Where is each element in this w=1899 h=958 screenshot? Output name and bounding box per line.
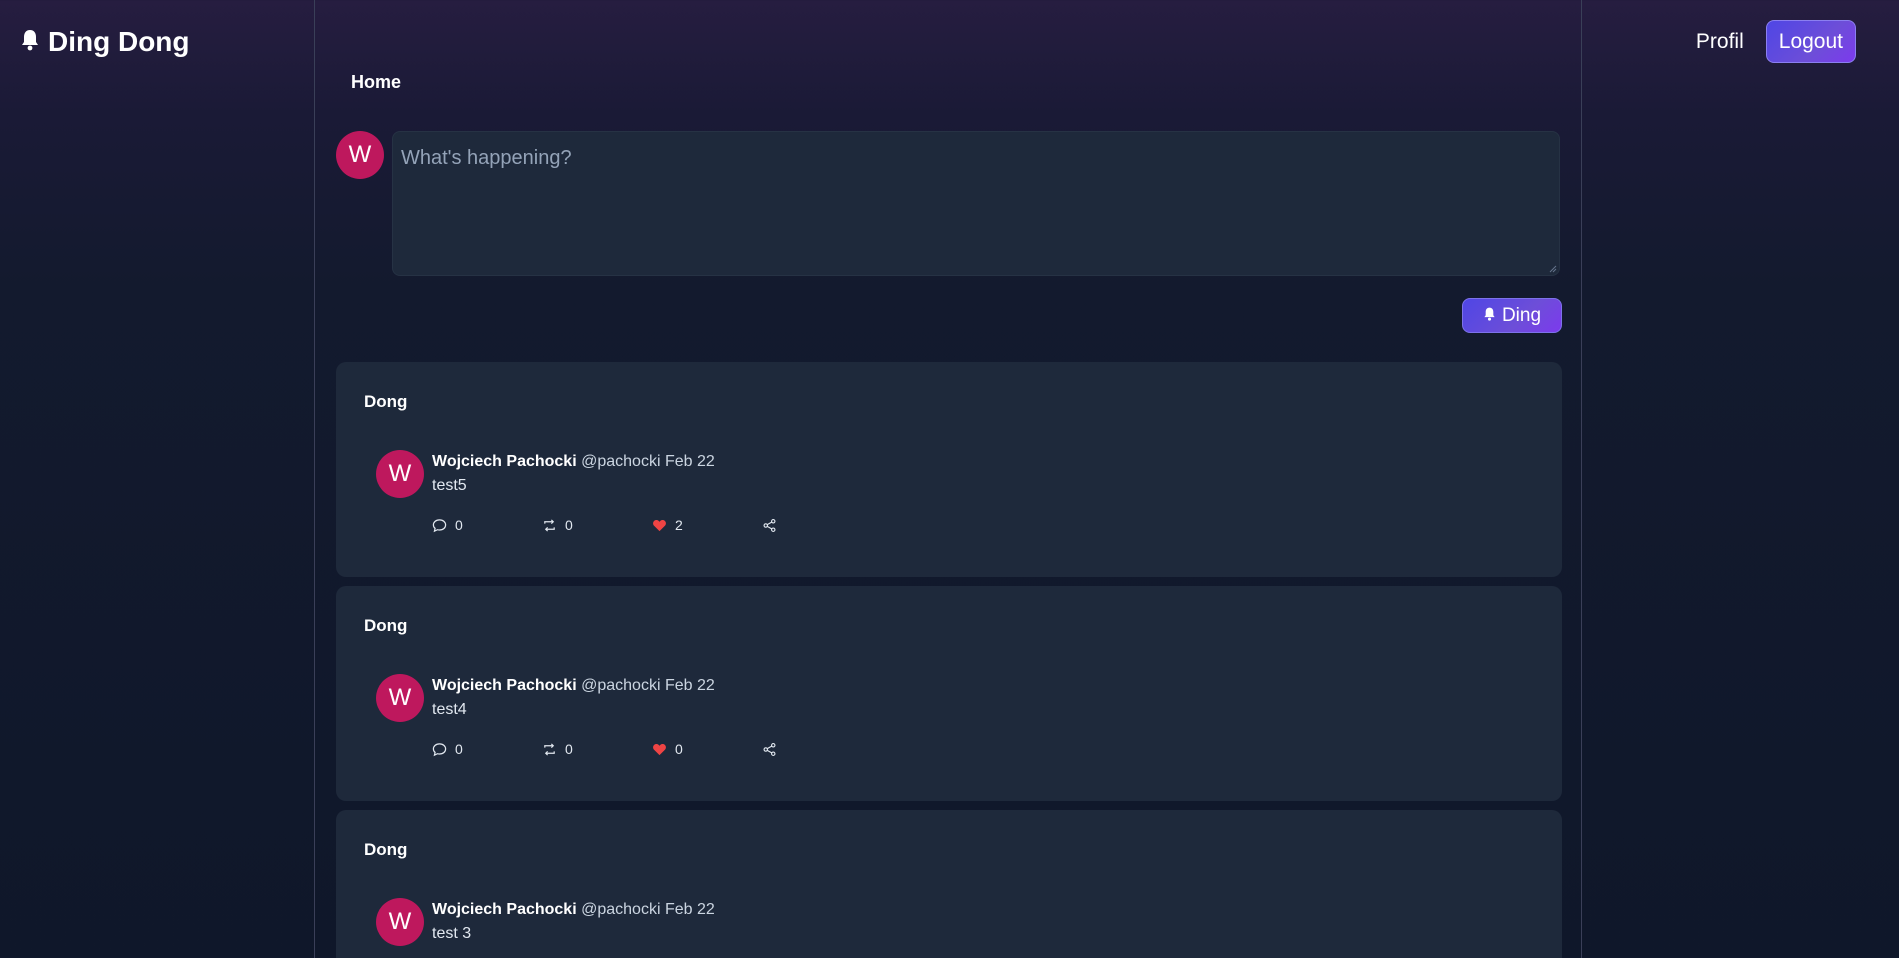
heart-icon (653, 519, 666, 531)
post-author[interactable]: Wojciech Pachocki (432, 677, 577, 694)
avatar[interactable]: W (376, 898, 424, 946)
brand-name: Ding Dong (48, 26, 190, 57)
bell-icon (1483, 305, 1496, 327)
avatar: W (336, 131, 384, 179)
ding-button[interactable]: Ding (1462, 298, 1562, 333)
ding-button-label: Ding (1501, 304, 1542, 326)
repost-button[interactable]: 0 (542, 741, 652, 757)
post-meta: Wojciech Pachocki @pachocki Feb 22 (432, 901, 715, 919)
post-handle[interactable]: @pachocki (581, 901, 660, 918)
post-handle[interactable]: @pachocki (581, 453, 660, 470)
repost-button[interactable]: 0 (542, 517, 652, 533)
post-meta: Wojciech Pachocki @pachocki Feb 22 (432, 677, 715, 695)
post-label: Dong (364, 616, 408, 635)
post-card[interactable]: Dong W Wojciech Pachocki @pachocki Feb 2… (336, 362, 1562, 577)
profile-link[interactable]: Profil (1696, 30, 1744, 54)
repost-icon (544, 742, 555, 756)
share-button[interactable] (762, 742, 872, 757)
resize-grip-icon[interactable] (1549, 265, 1557, 273)
repost-count: 0 (565, 741, 573, 757)
post-date: Feb 22 (664, 677, 715, 694)
repost-count: 0 (565, 517, 573, 533)
avatar[interactable]: W (376, 674, 424, 722)
post-label: Dong (364, 840, 408, 859)
heart-icon (653, 743, 666, 755)
like-count: 0 (675, 741, 683, 757)
post-actions: 0 0 0 (432, 741, 872, 757)
header-nav: Profil Logout (1696, 20, 1856, 63)
post-meta: Wojciech Pachocki @pachocki Feb 22 (432, 453, 715, 471)
post-actions: 0 0 2 (432, 517, 872, 533)
reply-button[interactable]: 0 (432, 741, 542, 757)
logout-button[interactable]: Logout (1765, 20, 1856, 63)
compose-textarea[interactable]: What's happening? (392, 131, 1560, 276)
post-author[interactable]: Wojciech Pachocki (432, 901, 577, 918)
share-button[interactable] (762, 518, 872, 533)
like-count: 2 (675, 517, 683, 533)
post-label: Dong (364, 392, 408, 411)
avatar[interactable]: W (376, 450, 424, 498)
compose-placeholder: What's happening? (401, 147, 572, 169)
post-card[interactable]: Dong W Wojciech Pachocki @pachocki Feb 2… (336, 810, 1562, 958)
like-button[interactable]: 2 (652, 517, 762, 533)
reply-button[interactable]: 0 (432, 517, 542, 533)
reply-count: 0 (455, 741, 463, 757)
page-title: Home (351, 72, 402, 92)
comment-icon (432, 742, 447, 756)
share-icon (763, 742, 776, 756)
post-date: Feb 22 (664, 453, 715, 470)
reply-count: 0 (455, 517, 463, 533)
bell-icon (20, 26, 40, 58)
post-text: test4 (432, 701, 467, 718)
main-column: Home W What's happening? Ding Dong W Woj… (314, 0, 1582, 958)
post-date: Feb 22 (664, 901, 715, 918)
post-text: test 3 (432, 925, 472, 942)
post-author[interactable]: Wojciech Pachocki (432, 453, 577, 470)
post-card[interactable]: Dong W Wojciech Pachocki @pachocki Feb 2… (336, 586, 1562, 801)
brand-logo[interactable]: Ding Dong (20, 26, 190, 58)
post-text: test5 (432, 477, 467, 494)
share-icon (763, 518, 776, 532)
repost-icon (544, 518, 555, 532)
comment-icon (432, 518, 447, 532)
like-button[interactable]: 0 (652, 741, 762, 757)
post-handle[interactable]: @pachocki (581, 677, 660, 694)
